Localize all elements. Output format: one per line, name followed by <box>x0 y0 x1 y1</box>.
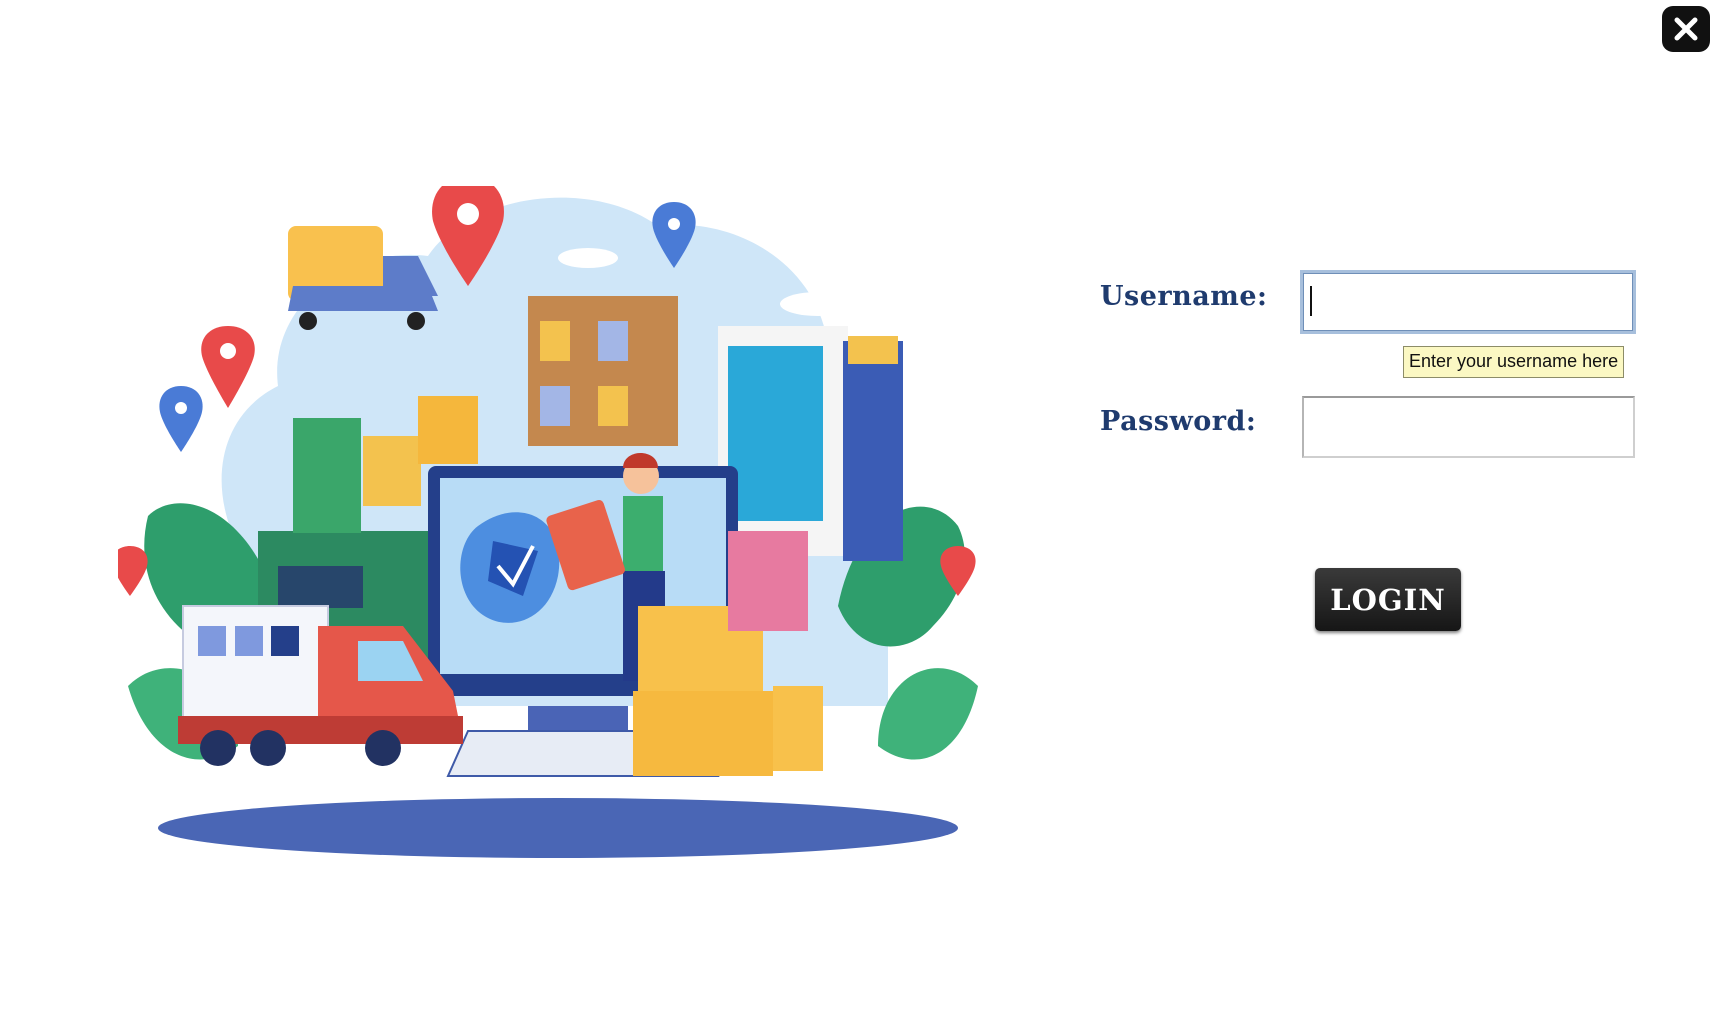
username-input[interactable] <box>1300 270 1636 334</box>
password-input[interactable] <box>1302 396 1635 458</box>
text-cursor <box>1310 286 1312 316</box>
password-label: Password: <box>1100 406 1257 437</box>
username-label: Username: <box>1100 281 1268 312</box>
ground-shadow <box>158 798 958 858</box>
logistics-illustration <box>118 186 978 858</box>
login-button[interactable]: LOGIN <box>1315 568 1461 631</box>
close-button[interactable] <box>1662 6 1710 52</box>
delivery-truck <box>182 605 329 725</box>
username-tooltip: Enter your username here <box>1403 346 1625 378</box>
close-icon <box>1674 17 1698 41</box>
